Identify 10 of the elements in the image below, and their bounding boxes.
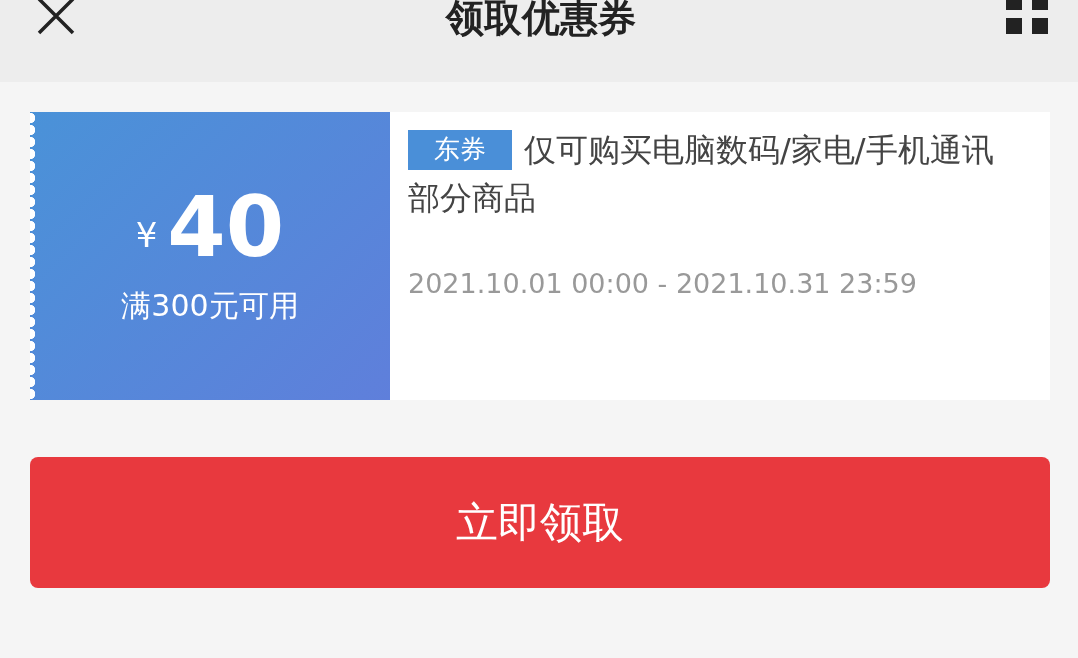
coupon-amount: 40: [167, 184, 285, 269]
coupon-description: 仅可购买电脑数码/家电/手机通讯: [524, 130, 994, 171]
currency-symbol: ¥: [135, 214, 158, 257]
close-icon[interactable]: [36, 0, 76, 36]
claim-button[interactable]: 立即领取: [30, 457, 1050, 588]
coupon-description: 部分商品: [408, 178, 536, 219]
grid-menu-icon[interactable]: [1006, 0, 1048, 36]
validity-period: 2021.10.01 00:00 - 2021.10.31 23:59: [408, 267, 918, 301]
usage-condition: 满300元可用: [121, 286, 299, 325]
coupon-tag: 东券: [408, 130, 512, 170]
